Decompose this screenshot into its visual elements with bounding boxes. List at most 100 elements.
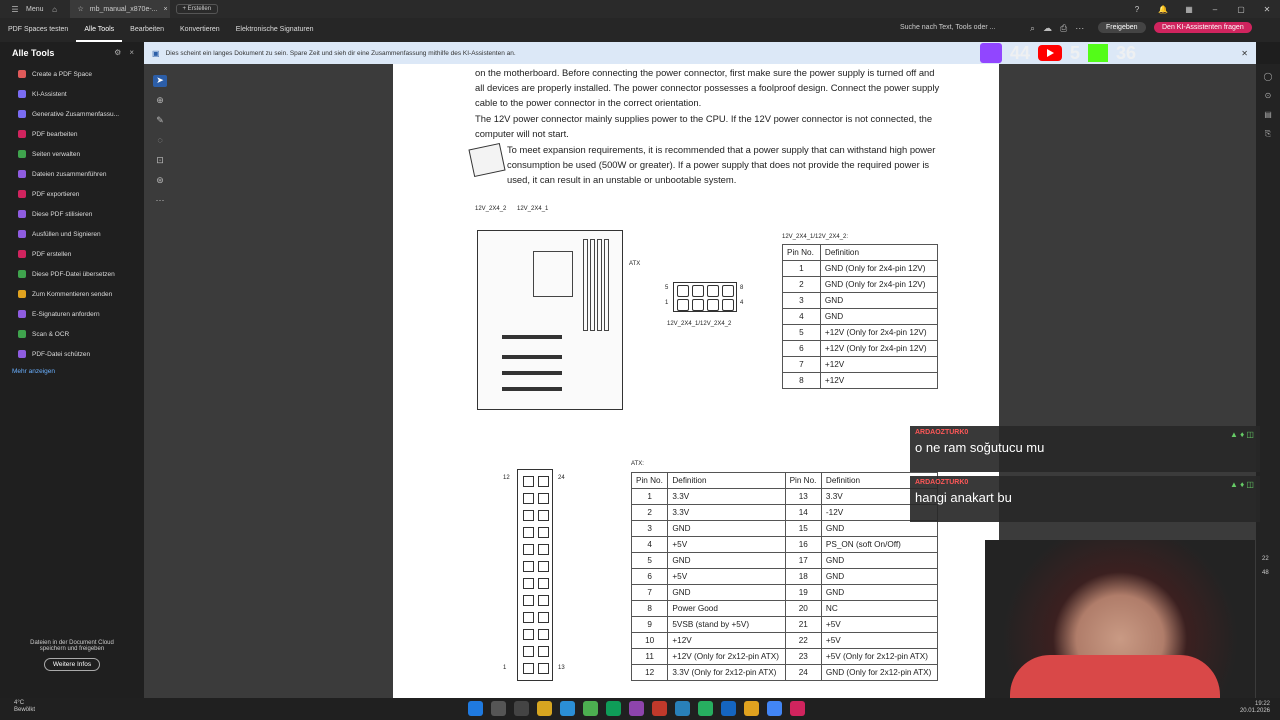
- table-cell: GND: [819, 292, 939, 309]
- tool-icon: [18, 190, 26, 198]
- pen-icon[interactable]: ✎: [153, 115, 167, 127]
- explorer-icon[interactable]: [537, 701, 552, 716]
- table-cell: 11: [630, 648, 669, 665]
- minimize-icon[interactable]: –: [1202, 5, 1228, 14]
- new-tab-button[interactable]: + Erstellen: [175, 4, 219, 14]
- overflow-icon[interactable]: ⋯: [1075, 23, 1084, 34]
- connector-8pin-diagram: [673, 282, 737, 312]
- comment-icon[interactable]: ◯: [1264, 72, 1273, 81]
- connector-pin: [523, 595, 534, 606]
- print-icon[interactable]: ⎙: [1060, 23, 1067, 34]
- sidebar-item[interactable]: Diese PDF-Datei übersetzen: [0, 264, 144, 284]
- app-icon[interactable]: [652, 701, 667, 716]
- sidebar-item[interactable]: Ausfüllen und Signieren: [0, 224, 144, 244]
- tool-icon: [18, 290, 26, 298]
- sidebar-item[interactable]: Zum Kommentieren senden: [0, 284, 144, 304]
- sidebar-item[interactable]: Dateien zusammenführen: [0, 164, 144, 184]
- pages-icon[interactable]: ▤: [1264, 110, 1272, 119]
- bookmark-icon[interactable]: ⊙: [1265, 91, 1272, 100]
- connector-pin: [523, 561, 534, 572]
- acrobat-icon[interactable]: [790, 701, 805, 716]
- pdf-spaces-link[interactable]: PDF Spaces testen: [0, 18, 76, 42]
- chrome-icon[interactable]: [767, 701, 782, 716]
- tab-konvertieren[interactable]: Konvertieren: [172, 18, 228, 42]
- share-button[interactable]: Freigeben: [1098, 22, 1146, 33]
- table-cell: +5V: [820, 616, 939, 633]
- cloud-icon[interactable]: ☁: [1043, 23, 1052, 34]
- table-cell: +12V: [819, 356, 939, 373]
- sidebar-item[interactable]: Diese PDF stilisieren: [0, 204, 144, 224]
- whatsapp-icon[interactable]: [698, 701, 713, 716]
- lasso-icon[interactable]: ◌: [153, 135, 167, 147]
- search-taskbar-icon[interactable]: [491, 701, 506, 716]
- system-tray[interactable]: 19:22 20.01.2026: [1240, 701, 1270, 715]
- sidebar-item-label: E-Signaturen anfordern: [32, 310, 100, 318]
- column-header: Pin No.: [784, 472, 822, 489]
- maximize-icon[interactable]: ▢: [1228, 5, 1254, 14]
- tab-document[interactable]: ☆ mb_manual_x870e-... ×: [69, 0, 170, 18]
- folder-icon[interactable]: [744, 701, 759, 716]
- home-icon[interactable]: ⌂: [48, 5, 62, 14]
- sidebar-item[interactable]: E-Signaturen anfordern: [0, 304, 144, 324]
- connector-pin: [523, 578, 534, 589]
- connector-pin: [722, 285, 734, 297]
- tab-signaturen[interactable]: Elektronische Signaturen: [228, 18, 322, 42]
- connector-pin: [707, 299, 719, 311]
- learn-more-button[interactable]: Weitere Infos: [43, 658, 101, 671]
- sidebar-item[interactable]: PDF bearbeiten: [0, 124, 144, 144]
- chat-message: ARDAOZTURK0 hangi anakart bu ▲ ♦ ◫: [910, 476, 1260, 522]
- current-page: 22: [1262, 556, 1269, 562]
- more-link[interactable]: Mehr anzeigen: [0, 368, 144, 375]
- sidebar-item[interactable]: Create a PDF Space: [0, 64, 144, 84]
- stamp-icon[interactable]: ⊛: [153, 175, 167, 187]
- help-icon[interactable]: ?: [1124, 5, 1150, 14]
- connector-pin: [692, 299, 704, 311]
- bell-icon[interactable]: 🔔: [1150, 5, 1176, 14]
- close-sidebar-icon[interactable]: ×: [129, 48, 134, 57]
- sidebar-item-label: KI-Assistent: [32, 90, 67, 98]
- table-cell: 2: [630, 504, 669, 521]
- close-window-icon[interactable]: ✕: [1254, 5, 1280, 14]
- sidebar-item-label: Create a PDF Space: [32, 70, 92, 78]
- sidebar-item[interactable]: PDF erstellen: [0, 244, 144, 264]
- sidebar-item[interactable]: PDF exportieren: [0, 184, 144, 204]
- connector-pin: [523, 510, 534, 521]
- connector-pin: [707, 285, 719, 297]
- sidebar-item-label: PDF exportieren: [32, 190, 80, 198]
- sidebar-item[interactable]: Scan & OCR: [0, 324, 144, 344]
- close-banner-icon[interactable]: ✕: [1241, 49, 1248, 58]
- weather-widget[interactable]: 4°C Bewölkt: [14, 700, 35, 714]
- tab-bearbeiten[interactable]: Bearbeiten: [122, 18, 172, 42]
- sidebar-item[interactable]: KI-Assistent: [0, 84, 144, 104]
- attachments-icon[interactable]: ⎘: [1265, 129, 1271, 139]
- app-icon[interactable]: [629, 701, 644, 716]
- ai-assistant-button[interactable]: Den KI-Assistenten fragen: [1154, 22, 1252, 33]
- store-icon[interactable]: [560, 701, 575, 716]
- table-cell: 15: [784, 520, 822, 537]
- tab-alle-tools[interactable]: Alle Tools: [76, 18, 123, 42]
- more-tools-icon[interactable]: ⋯: [153, 195, 167, 207]
- app-icon[interactable]: [583, 701, 598, 716]
- excel-icon[interactable]: [606, 701, 621, 716]
- sidebar-item[interactable]: Seiten verwalten: [0, 144, 144, 164]
- gear-icon[interactable]: ⚙: [114, 48, 121, 57]
- sidebar-item[interactable]: Generative Zusammenfassu...: [0, 104, 144, 124]
- close-icon[interactable]: ×: [164, 6, 168, 13]
- search-icon[interactable]: ⌕: [1030, 23, 1035, 34]
- search-input[interactable]: Suche nach Text, Tools oder ...: [900, 24, 995, 31]
- apps-icon[interactable]: ▦: [1176, 5, 1202, 14]
- task-view-icon[interactable]: [514, 701, 529, 716]
- menu-button[interactable]: ☰ Menu ⌂: [0, 5, 70, 14]
- tool-icon: [18, 310, 26, 318]
- word-icon[interactable]: [721, 701, 736, 716]
- sidebar-item[interactable]: PDF-Datei schützen: [0, 344, 144, 364]
- zoom-icon[interactable]: ⊕: [153, 95, 167, 107]
- tools-sidebar: Alle Tools ⚙ × Create a PDF Space KI-Assi…: [0, 42, 144, 698]
- start-icon[interactable]: [468, 701, 483, 716]
- connector-pin: [523, 663, 534, 674]
- text-select-icon[interactable]: ⊡: [153, 155, 167, 167]
- star-icon[interactable]: ☆: [78, 5, 84, 13]
- connector-pin: [538, 493, 549, 504]
- edge-icon[interactable]: [675, 701, 690, 716]
- cursor-icon[interactable]: ➤: [153, 75, 167, 87]
